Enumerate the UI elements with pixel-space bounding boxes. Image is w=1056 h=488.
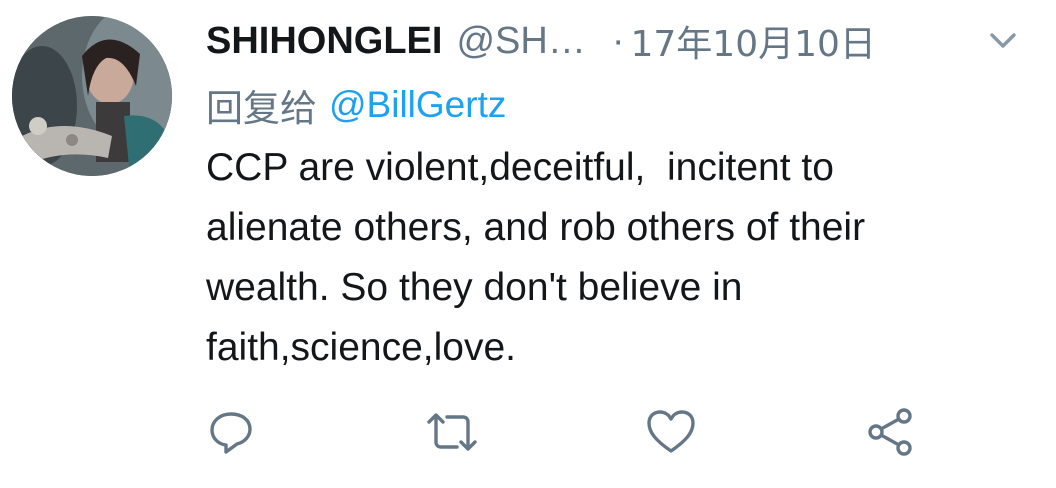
reply-icon [210, 412, 252, 454]
share-icon [868, 408, 912, 456]
tweet-date[interactable]: 17年10月10日 [631, 15, 876, 67]
like-button[interactable] [643, 404, 699, 460]
retweet-icon [427, 413, 477, 451]
reply-target-link[interactable]: @BillGertz [329, 84, 506, 126]
retweet-button[interactable] [424, 404, 480, 460]
heart-icon [647, 410, 695, 453]
avatar-image [12, 16, 172, 176]
display-name[interactable]: SHIHONGLEI [206, 20, 442, 63]
chevron-down-icon[interactable] [988, 28, 1018, 52]
tweet-text-line: faith,science,love. [206, 326, 517, 369]
reply-prefix: 回复给 [206, 87, 317, 130]
share-button[interactable] [862, 404, 918, 460]
tweet-header: SHIHONGLEI @SH… · 17年10月10日 [206, 14, 1036, 68]
tweet-text-line: CCP are violent,deceitful, incitent to [206, 146, 834, 189]
reply-context: 回复给 @BillGertz [206, 78, 1036, 132]
tweet-text-line: alienate others, and rob others of their [206, 206, 866, 249]
tweet-text: CCP are violent,deceitful, incitent to a… [206, 138, 1006, 378]
action-bar [0, 404, 1056, 460]
reply-button[interactable] [203, 404, 259, 460]
separator-dot: · [611, 19, 625, 62]
avatar[interactable] [12, 16, 172, 176]
tweet-text-line: wealth. So they don't believe in [206, 266, 743, 309]
tweet-card[interactable]: SHIHONGLEI @SH… · 17年10月10日 回复给 @BillGer… [0, 0, 1056, 488]
tweet-content: SHIHONGLEI @SH… · 17年10月10日 回复给 @BillGer… [206, 14, 1036, 378]
user-handle[interactable]: @SH… [456, 20, 585, 63]
